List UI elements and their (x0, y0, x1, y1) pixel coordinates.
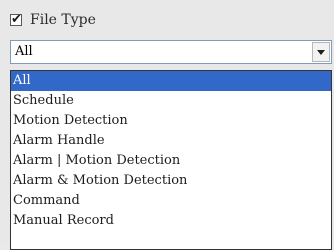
option-schedule[interactable]: Schedule (11, 91, 331, 111)
file-type-checkbox[interactable]: ✔ (10, 12, 22, 27)
file-type-selected-value: All (15, 44, 33, 59)
option-manual-record[interactable]: Manual Record (11, 211, 331, 231)
file-type-options-list: All Schedule Motion Detection Alarm Hand… (10, 70, 332, 250)
file-type-label: File Type (30, 12, 96, 28)
file-type-filter-panel: ✔ File Type All All Schedule Motion Dete… (0, 0, 334, 250)
option-alarm-and-motion-detection[interactable]: Alarm & Motion Detection (11, 171, 331, 191)
option-command[interactable]: Command (11, 191, 331, 211)
checkmark-icon: ✔ (11, 12, 22, 27)
option-alarm-or-motion-detection[interactable]: Alarm | Motion Detection (11, 151, 331, 171)
chevron-down-icon (317, 50, 325, 55)
dropdown-toggle-button[interactable] (312, 42, 330, 62)
file-type-select[interactable]: All (10, 40, 332, 64)
option-all[interactable]: All (11, 71, 331, 91)
option-alarm-handle[interactable]: Alarm Handle (11, 131, 331, 151)
file-type-filter-row[interactable]: ✔ File Type (10, 9, 96, 31)
option-motion-detection[interactable]: Motion Detection (11, 111, 331, 131)
